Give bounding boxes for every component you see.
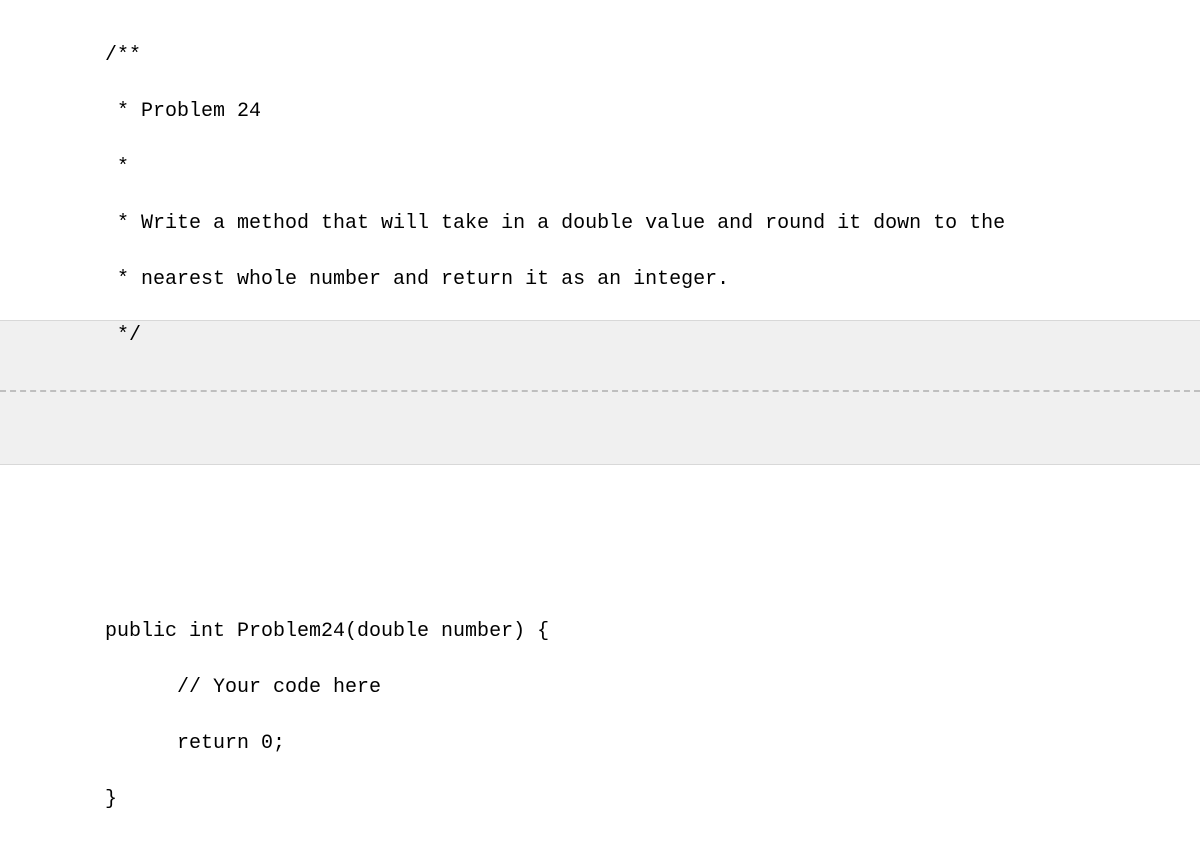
comment-line: * Write a method that will take in a dou… (105, 210, 1200, 238)
code-line: return 0; (105, 730, 1200, 758)
code-line: // Your code here (105, 674, 1200, 702)
comment-line: */ (105, 322, 1200, 350)
code-line: public int Problem24(double number) { (105, 618, 1200, 646)
comment-line: * (105, 154, 1200, 182)
javadoc-comment: /** * Problem 24 * * Write a method that… (0, 14, 1200, 378)
method-code: public int Problem24(double number) { //… (0, 590, 1200, 842)
comment-line: /** (105, 42, 1200, 70)
code-line: } (105, 786, 1200, 814)
comment-line: * Problem 24 (105, 98, 1200, 126)
comment-line: * nearest whole number and return it as … (105, 266, 1200, 294)
fold-divider (0, 390, 1200, 392)
